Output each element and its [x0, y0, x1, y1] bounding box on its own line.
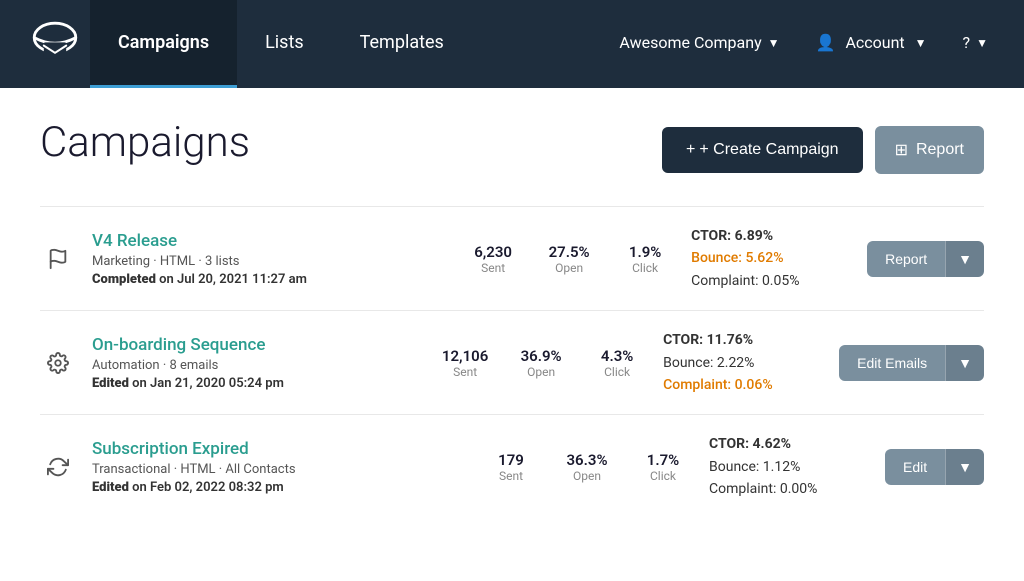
- open-number: 36.9%: [511, 347, 571, 365]
- nav-campaigns[interactable]: Campaigns: [90, 0, 237, 88]
- click-number: 1.9%: [615, 243, 675, 261]
- account-icon: 👤: [816, 33, 836, 52]
- campaign-meta: Transactional · HTML · All Contacts: [92, 462, 465, 477]
- sent-number: 6,230: [463, 243, 523, 261]
- page-title: Campaigns: [40, 118, 250, 167]
- campaign-meta: Automation · 8 emails: [92, 358, 419, 373]
- stat-open: 36.3% Open: [557, 451, 617, 483]
- nav-lists[interactable]: Lists: [237, 0, 332, 88]
- click-label: Click: [633, 469, 693, 483]
- sent-label: Sent: [435, 365, 495, 379]
- report-button-top[interactable]: ⊞ Report: [875, 126, 984, 174]
- campaign-info: On-boarding Sequence Automation · 8 emai…: [92, 335, 419, 391]
- metrics-block: CTOR: 4.62% Bounce: 1.12% Complaint: 0.0…: [709, 433, 869, 500]
- table-row: On-boarding Sequence Automation · 8 emai…: [40, 310, 984, 414]
- logo[interactable]: [20, 0, 90, 88]
- metrics-block: CTOR: 6.89% Bounce: 5.62% Complaint: 0.0…: [691, 225, 851, 292]
- main-content: Campaigns + + Create Campaign ⊞ Report V…: [0, 88, 1024, 581]
- nav-help[interactable]: ? ▼: [947, 0, 1004, 88]
- stat-sent: 6,230 Sent: [463, 243, 523, 275]
- action-block: Edit ▼: [885, 449, 984, 485]
- edit-emails-dropdown-button[interactable]: ▼: [945, 345, 984, 381]
- help-icon: ?: [963, 33, 971, 52]
- stat-click: 1.7% Click: [633, 451, 693, 483]
- sent-number: 12,106: [435, 347, 495, 365]
- campaign-name[interactable]: Subscription Expired: [92, 439, 249, 459]
- complaint-metric: Complaint: 0.00%: [709, 478, 869, 500]
- flag-icon: [40, 248, 76, 270]
- refresh-icon: [40, 456, 76, 478]
- sent-label: Sent: [463, 261, 523, 275]
- ctor-metric: CTOR: 6.89%: [691, 225, 851, 247]
- sent-label: Sent: [481, 469, 541, 483]
- nav-account[interactable]: 👤 Account ▼: [800, 0, 943, 88]
- ctor-metric: CTOR: 4.62%: [709, 433, 869, 455]
- sent-number: 179: [481, 451, 541, 469]
- edit-dropdown-button[interactable]: ▼: [945, 449, 984, 485]
- navigation: Campaigns Lists Templates Awesome Compan…: [0, 0, 1024, 88]
- open-number: 36.3%: [557, 451, 617, 469]
- stat-click: 4.3% Click: [587, 347, 647, 379]
- create-campaign-button[interactable]: + + Create Campaign: [662, 127, 863, 173]
- open-number: 27.5%: [539, 243, 599, 261]
- campaign-status: Completed on Jul 20, 2021 11:27 am: [92, 272, 447, 287]
- help-chevron-icon: ▼: [976, 36, 988, 50]
- gear-icon: [40, 352, 76, 374]
- bounce-metric: Bounce: 2.22%: [663, 352, 823, 374]
- click-number: 4.3%: [587, 347, 647, 365]
- open-label: Open: [557, 469, 617, 483]
- action-block: Report ▼: [867, 241, 984, 277]
- click-number: 1.7%: [633, 451, 693, 469]
- campaign-meta: Marketing · HTML · 3 lists: [92, 254, 447, 269]
- open-label: Open: [511, 365, 571, 379]
- report-dropdown-button[interactable]: ▼: [945, 241, 984, 277]
- report-grid-icon: ⊞: [895, 140, 908, 160]
- account-chevron-icon: ▼: [915, 36, 927, 50]
- complaint-metric: Complaint: 0.06%: [663, 374, 823, 396]
- table-row: V4 Release Marketing · HTML · 3 lists Co…: [40, 206, 984, 310]
- stat-open: 36.9% Open: [511, 347, 571, 379]
- bounce-metric: Bounce: 1.12%: [709, 456, 869, 478]
- ctor-metric: CTOR: 11.76%: [663, 329, 823, 351]
- click-label: Click: [615, 261, 675, 275]
- action-block: Edit Emails ▼: [839, 345, 984, 381]
- nav-company[interactable]: Awesome Company ▼: [603, 0, 795, 88]
- edit-button[interactable]: Edit: [885, 449, 945, 485]
- campaigns-list: V4 Release Marketing · HTML · 3 lists Co…: [40, 206, 984, 519]
- stat-sent: 12,106 Sent: [435, 347, 495, 379]
- stat-sent: 179 Sent: [481, 451, 541, 483]
- report-button[interactable]: Report: [867, 241, 945, 277]
- plus-icon: +: [686, 141, 695, 159]
- metrics-block: CTOR: 11.76% Bounce: 2.22% Complaint: 0.…: [663, 329, 823, 396]
- stat-click: 1.9% Click: [615, 243, 675, 275]
- campaign-info: Subscription Expired Transactional · HTM…: [92, 439, 465, 495]
- click-label: Click: [587, 365, 647, 379]
- campaign-status: Edited on Feb 02, 2022 08:32 pm: [92, 480, 465, 495]
- open-label: Open: [539, 261, 599, 275]
- page-header: Campaigns + + Create Campaign ⊞ Report: [40, 118, 984, 174]
- nav-templates[interactable]: Templates: [332, 0, 472, 88]
- campaign-status: Edited on Jan 21, 2020 05:24 pm: [92, 376, 419, 391]
- complaint-metric: Complaint: 0.05%: [691, 270, 851, 292]
- stat-open: 27.5% Open: [539, 243, 599, 275]
- campaign-name[interactable]: V4 Release: [92, 231, 177, 251]
- campaign-info: V4 Release Marketing · HTML · 3 lists Co…: [92, 231, 447, 287]
- company-chevron-icon: ▼: [768, 36, 780, 50]
- table-row: Subscription Expired Transactional · HTM…: [40, 414, 984, 518]
- edit-emails-button[interactable]: Edit Emails: [839, 345, 945, 381]
- campaign-name[interactable]: On-boarding Sequence: [92, 335, 265, 355]
- header-actions: + + Create Campaign ⊞ Report: [662, 126, 984, 174]
- bounce-metric: Bounce: 5.62%: [691, 247, 851, 269]
